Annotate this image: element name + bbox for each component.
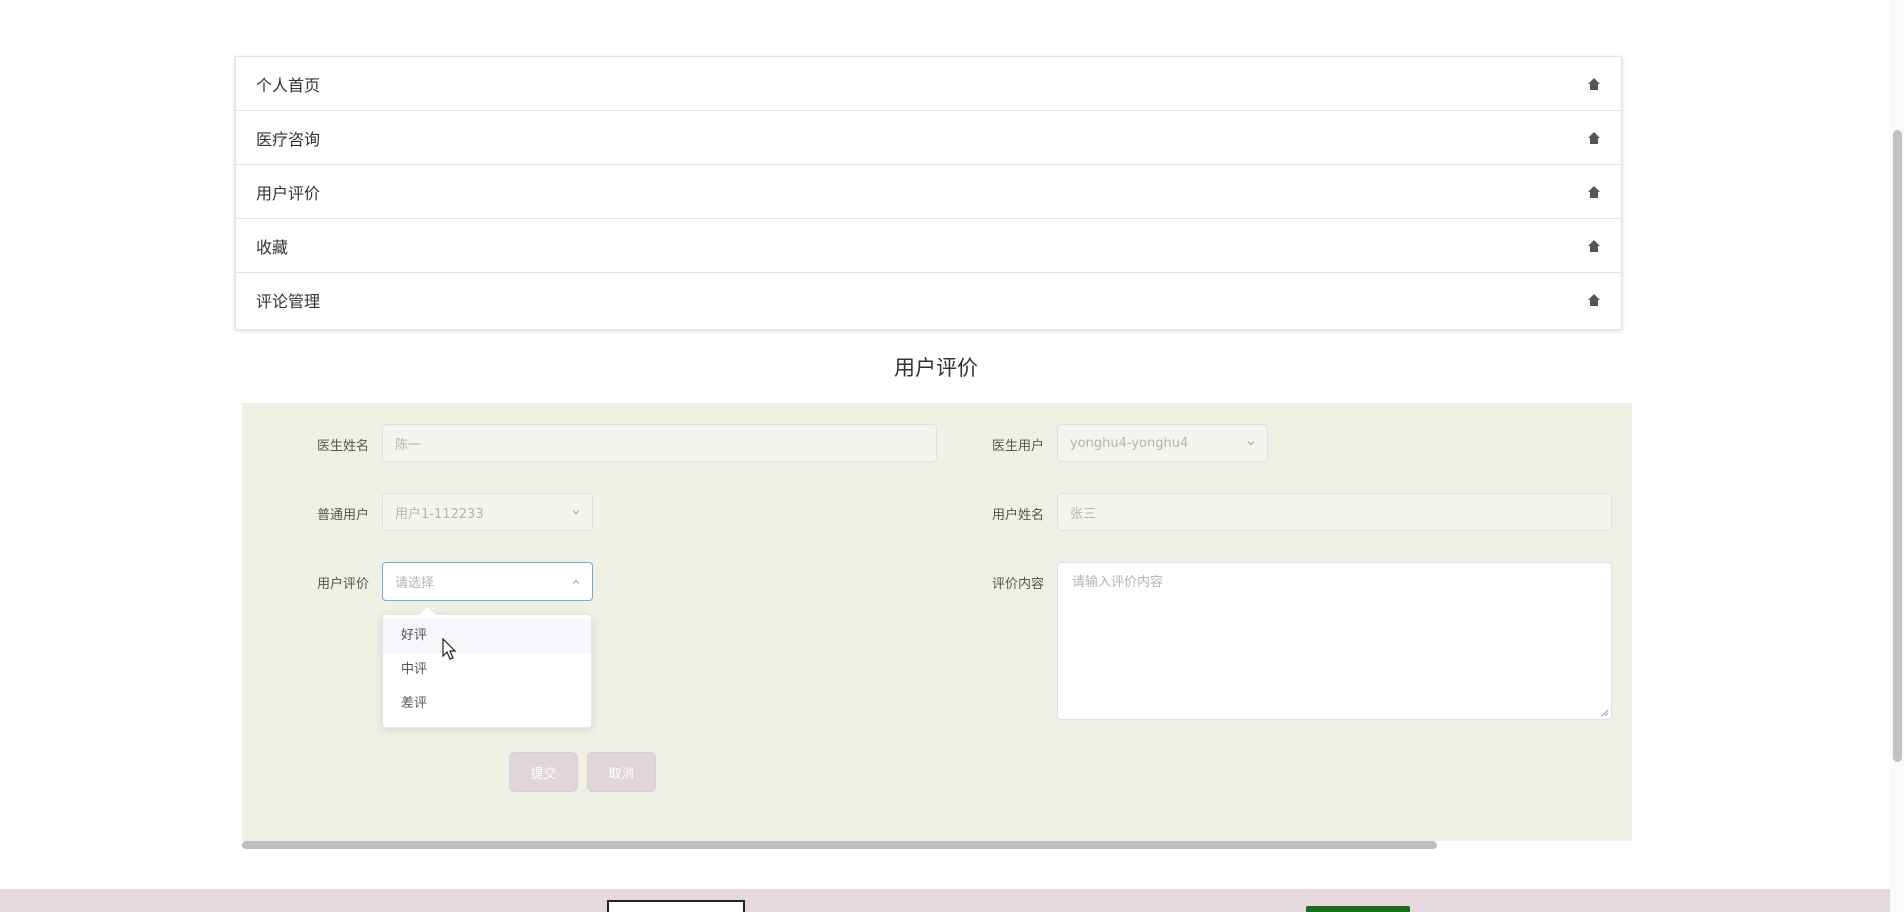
mouse-cursor-icon: [442, 638, 457, 660]
doctor-user-label: 医生用户: [991, 439, 1044, 454]
chevron-down-icon: [572, 510, 580, 515]
menu-item-favorites[interactable]: 收藏: [236, 219, 1621, 273]
side-menu: 个人首页 医疗咨询 用户评价 收藏 评论管理: [235, 56, 1622, 330]
menu-item-consult[interactable]: 医疗咨询: [236, 111, 1621, 165]
normal-user-value: 用户1-112233: [395, 506, 484, 522]
cancel-button[interactable]: 取消: [587, 752, 656, 792]
home-icon: [1588, 294, 1600, 306]
menu-item-label: 用户评价: [256, 183, 321, 203]
home-icon: [1588, 239, 1600, 252]
rating-select[interactable]: 请选择: [382, 562, 593, 601]
resize-handle-icon[interactable]: [1599, 707, 1609, 717]
menu-item-label: 评论管理: [256, 292, 321, 311]
rating-label: 用户评价: [316, 577, 369, 592]
home-icon: [1588, 185, 1600, 198]
rating-option-neutral[interactable]: 中评: [383, 653, 591, 687]
user-name-value: 张三: [1070, 506, 1097, 522]
page-title: 用户评价: [894, 356, 978, 380]
rating-placeholder: 请选择: [395, 576, 435, 591]
menu-item-label: 个人首页: [256, 75, 321, 95]
doctor-user-value: yonghu4-yonghu4: [1070, 435, 1189, 451]
chevron-up-icon: [572, 579, 580, 584]
doctor-name-label: 医生姓名: [316, 439, 369, 454]
content-label: 评价内容: [991, 577, 1044, 592]
normal-user-select[interactable]: 用户1-112233: [382, 493, 593, 531]
user-name-field[interactable]: 张三: [1057, 493, 1612, 531]
menu-item-review[interactable]: 用户评价: [236, 165, 1621, 219]
submit-button[interactable]: 提交: [509, 752, 578, 792]
menu-item-label: 收藏: [256, 237, 289, 257]
qr-code-image: [607, 900, 745, 912]
rating-dropdown: 好评 中评 差评: [382, 605, 592, 728]
menu-item-label: 医疗咨询: [256, 129, 321, 149]
vertical-scrollbar[interactable]: [1893, 130, 1902, 762]
menu-item-comments[interactable]: 评论管理: [236, 273, 1621, 327]
home-icon: [1588, 131, 1600, 144]
content-placeholder: 请输入评价内容: [1072, 575, 1164, 590]
chevron-down-icon: [1247, 441, 1255, 446]
footer-badge-image: [1306, 906, 1410, 912]
normal-user-label: 普通用户: [316, 508, 369, 523]
doctor-user-select[interactable]: yonghu4-yonghu4: [1057, 424, 1268, 462]
footer: [0, 889, 1890, 912]
content-textarea[interactable]: 请输入评价内容: [1057, 562, 1612, 720]
menu-item-home[interactable]: 个人首页: [236, 57, 1621, 111]
home-icon: [1588, 77, 1600, 90]
doctor-name-field[interactable]: 陈一: [382, 424, 937, 462]
rating-option-bad[interactable]: 差评: [383, 687, 591, 721]
doctor-name-value: 陈一: [395, 437, 422, 453]
rating-option-good[interactable]: 好评: [383, 619, 591, 653]
user-name-label: 用户姓名: [991, 508, 1044, 523]
horizontal-scrollbar[interactable]: [242, 841, 1437, 849]
